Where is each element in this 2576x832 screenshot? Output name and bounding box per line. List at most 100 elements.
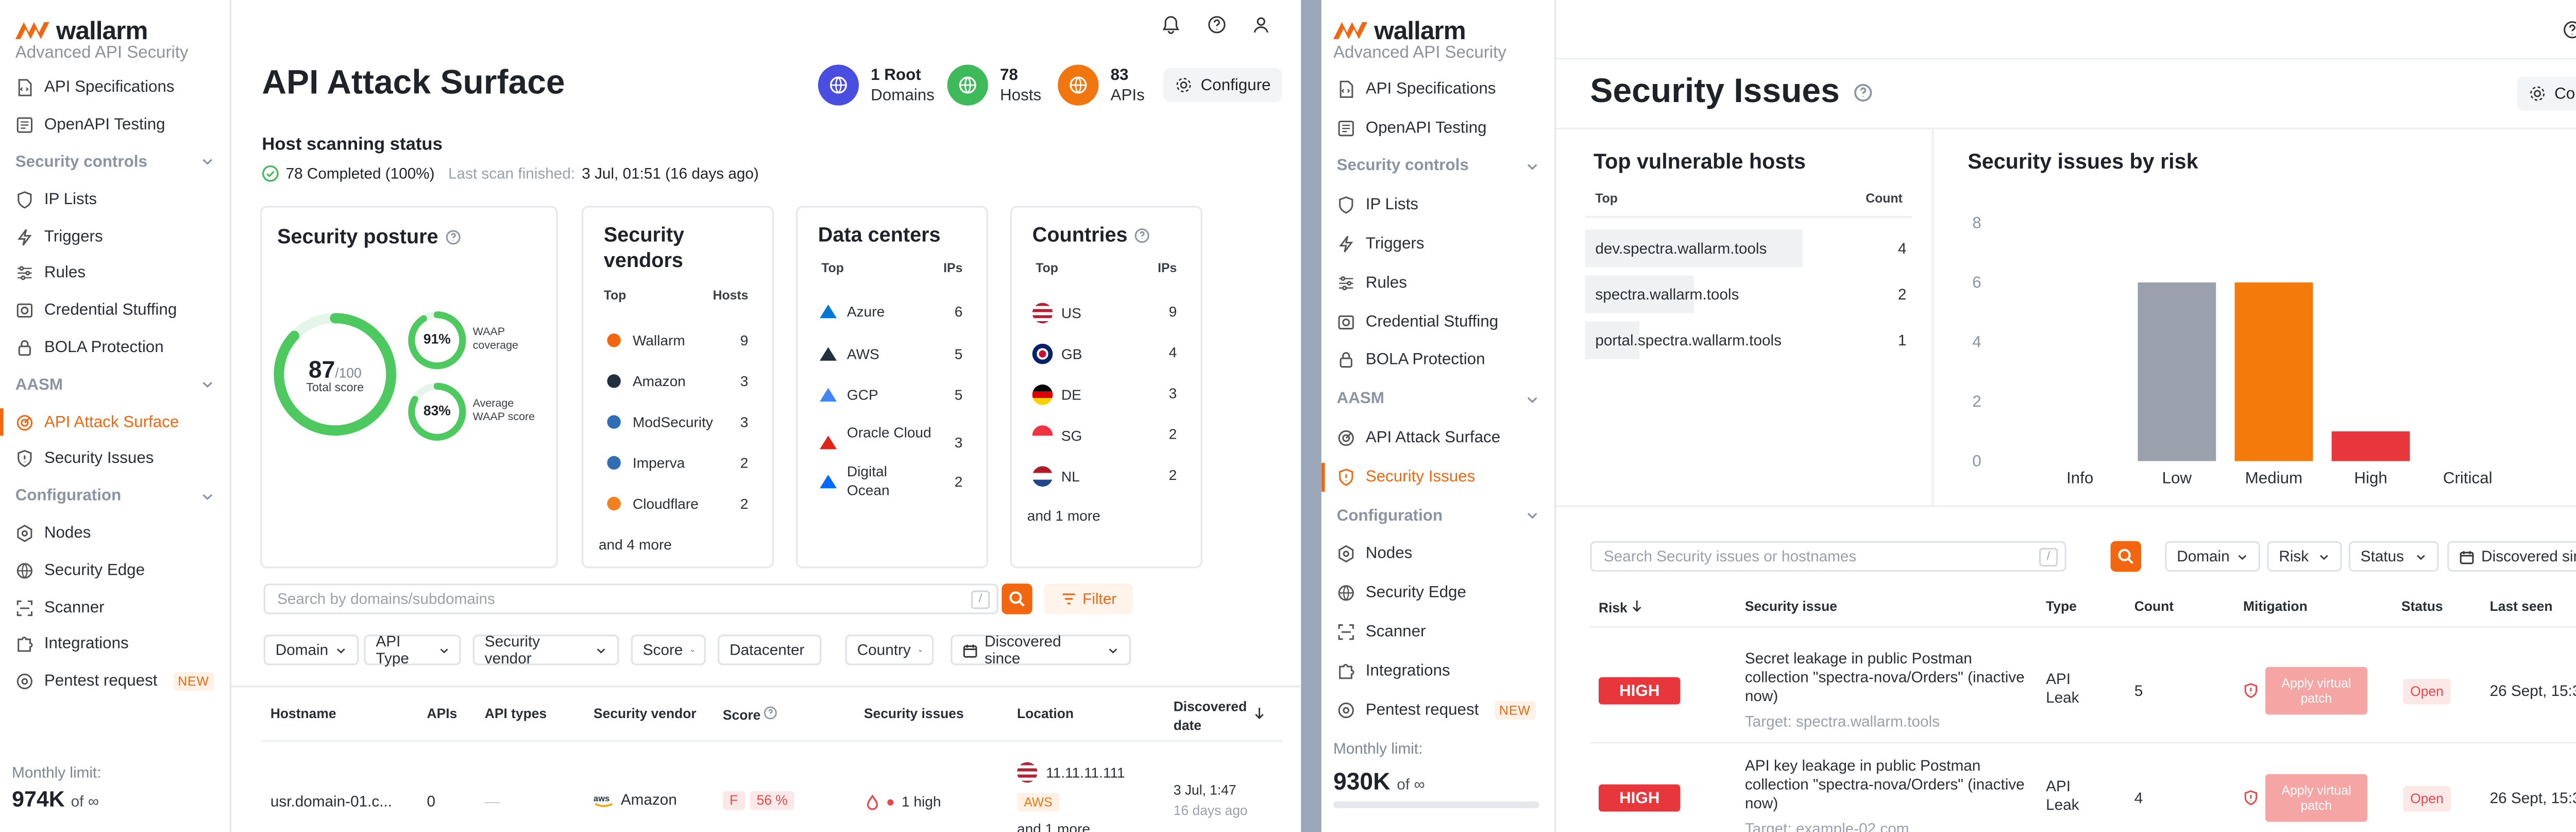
sidebar-item-credential-stuffing[interactable]: Credential Stuffing <box>0 292 230 329</box>
sidebar-item-integrations[interactable]: Integrations <box>1321 652 1554 690</box>
sidebar-item-pentest-request[interactable]: Pentest request NEW <box>1321 690 1554 729</box>
chevron-down-icon <box>202 382 213 389</box>
filter-chip-domain[interactable]: Domain <box>263 635 359 665</box>
domain-search-input[interactable]: Search by domains/subdomains / <box>263 584 998 614</box>
filter-chip-country[interactable]: Country <box>845 635 934 665</box>
row-hostname[interactable]: usr.domain-01.c... <box>270 793 392 810</box>
issue-title[interactable]: API key leakage in public Postman collec… <box>1745 757 2034 813</box>
vendor-logo-icon <box>607 415 621 429</box>
sidebar-item-nodes[interactable]: Nodes <box>1321 535 1554 574</box>
col-header-hostname[interactable]: Hostname <box>270 706 336 722</box>
user-profile-icon[interactable] <box>1248 12 1272 36</box>
chevron-down-icon <box>1109 647 1117 653</box>
col-header-apis[interactable]: APIs <box>427 706 457 722</box>
filter-chip-score[interactable]: Score <box>631 635 706 665</box>
datacenter-count: 5 <box>954 345 963 363</box>
filter-chip-discovered-since[interactable]: Discovered since <box>951 633 1131 667</box>
countries-more-link[interactable]: and 1 more <box>1027 507 1100 524</box>
chevron-down-icon <box>1527 164 1537 170</box>
help-icon[interactable] <box>2560 17 2576 41</box>
new-badge: NEW <box>1494 700 1536 719</box>
vendors-more-link[interactable]: and 4 more <box>599 536 672 553</box>
sidebar-item-triggers[interactable]: Triggers <box>1321 225 1554 263</box>
sidebar-item-scanner[interactable]: Scanner <box>1321 613 1554 652</box>
col-header-risk[interactable]: Risk <box>1599 599 1643 616</box>
sidebar-item-security-edge[interactable]: Security Edge <box>1321 574 1554 612</box>
search-button[interactable] <box>2110 541 2141 572</box>
col-header-location[interactable]: Location <box>1017 706 1074 722</box>
filter-chip-status[interactable]: Status <box>2348 541 2439 572</box>
col-header-discovered-date[interactable]: Discovered date <box>1174 697 1264 735</box>
filter-chip-datacenter[interactable]: Datacenter <box>718 635 822 665</box>
sidebar-item-rules[interactable]: Rules <box>1321 264 1554 303</box>
sidebar-item-label: Triggers <box>44 227 103 246</box>
filter-chip-discovered-since[interactable]: Discovered since <box>2447 541 2576 572</box>
configure-button[interactable]: Configure <box>1163 68 1283 103</box>
sidebar-item-api-attack-surface[interactable]: API Attack Surface <box>0 404 230 441</box>
help-icon[interactable] <box>1204 12 1228 36</box>
section-aasm[interactable]: AASM <box>1321 380 1554 419</box>
row-location-more[interactable]: and 1 more <box>1017 820 1090 832</box>
notifications-bell-icon[interactable] <box>1158 12 1182 36</box>
sidebar-item-openapi-testing[interactable]: OpenAPI Testing <box>1321 109 1554 147</box>
col-header-mitigation[interactable]: Mitigation <box>2243 599 2308 614</box>
filter-button[interactable]: Filter <box>1044 584 1133 614</box>
host-name[interactable]: portal.spectra.wallarm.tools <box>1595 332 1782 349</box>
sidebar: wallarm Advanced API Security API Specif… <box>1321 0 1556 832</box>
col-header-api-types[interactable]: API types <box>485 706 547 722</box>
sidebar-item-ip-lists[interactable]: IP Lists <box>0 181 230 218</box>
issue-title[interactable]: Secret leakage in public Postman collect… <box>1745 650 2034 706</box>
section-security-controls[interactable]: Security controls <box>1321 147 1554 186</box>
sidebar-item-api-specifications[interactable]: API Specifications <box>0 70 230 107</box>
section-configuration[interactable]: Configuration <box>1321 496 1554 535</box>
filter-chip-security-vendor[interactable]: Security vendor <box>472 633 619 667</box>
sidebar-item-triggers[interactable]: Triggers <box>0 218 230 255</box>
sidebar-item-api-specifications[interactable]: API Specifications <box>1321 70 1554 108</box>
top-hosts-title: Top vulnerable hosts <box>1594 149 1806 174</box>
apply-virtual-patch-button[interactable]: Apply virtual patch <box>2265 667 2367 715</box>
configure-button[interactable]: Configure <box>2517 76 2576 111</box>
sidebar-item-security-issues[interactable]: Security Issues <box>1321 458 1554 496</box>
sidebar-item-nodes[interactable]: Nodes <box>0 515 230 552</box>
gear-icon <box>1176 78 1191 93</box>
filter-chip-api-type[interactable]: API Type <box>364 633 461 667</box>
help-circle-icon[interactable] <box>1853 84 1872 102</box>
sidebar-item-bola-protection[interactable]: BOLA Protection <box>0 329 230 367</box>
filter-chip-risk[interactable]: Risk <box>2267 541 2342 572</box>
search-button[interactable] <box>1002 584 1032 614</box>
host-name[interactable]: spectra.wallarm.tools <box>1595 286 1739 303</box>
wallarm-logo[interactable]: wallarm <box>0 0 230 45</box>
sidebar-item-security-edge[interactable]: Security Edge <box>0 552 230 589</box>
info-icon[interactable] <box>445 229 461 244</box>
drop-icon <box>867 793 878 809</box>
section-aasm[interactable]: AASM <box>0 367 230 404</box>
section-security-controls[interactable]: Security controls <box>0 144 230 181</box>
col-header-security-issue[interactable]: Security issue <box>1745 599 1837 614</box>
wallarm-logo[interactable]: wallarm <box>1321 0 1554 45</box>
col-header-last-seen[interactable]: Last seen <box>2490 599 2553 614</box>
col-header-count[interactable]: Count <box>2134 599 2174 614</box>
host-name[interactable]: dev.spectra.wallarm.tools <box>1595 240 1767 257</box>
sidebar-item-bola-protection[interactable]: BOLA Protection <box>1321 341 1554 380</box>
col-header-type[interactable]: Type <box>2046 599 2077 614</box>
col-header-status[interactable]: Status <box>2401 599 2443 614</box>
sidebar-item-api-attack-surface[interactable]: API Attack Surface <box>1321 419 1554 458</box>
col-header-score[interactable]: Score <box>723 706 778 723</box>
info-icon[interactable] <box>1134 227 1150 243</box>
sidebar-item-ip-lists[interactable]: IP Lists <box>1321 186 1554 225</box>
sidebar-item-pentest-request[interactable]: Pentest request NEW <box>0 663 230 700</box>
sidebar-item-rules[interactable]: Rules <box>0 255 230 292</box>
sidebar-item-openapi-testing[interactable]: OpenAPI Testing <box>0 107 230 144</box>
sidebar-item-label: Integrations <box>1365 661 1450 680</box>
sidebar-item-credential-stuffing[interactable]: Credential Stuffing <box>1321 303 1554 341</box>
col-header-security-vendor[interactable]: Security vendor <box>594 706 697 722</box>
apply-virtual-patch-button[interactable]: Apply virtual patch <box>2265 774 2367 822</box>
sidebar-item-integrations[interactable]: Integrations <box>0 626 230 663</box>
col-header-security-issues[interactable]: Security issues <box>864 706 964 722</box>
issues-search-input[interactable]: Search Security issues or hostnames / <box>1590 541 2066 572</box>
filter-chip-domain[interactable]: Domain <box>2165 541 2261 572</box>
section-configuration[interactable]: Configuration <box>0 478 230 515</box>
sidebar-item-scanner[interactable]: Scanner <box>0 589 230 626</box>
row-issues[interactable]: ● 1 high <box>866 793 941 810</box>
sidebar-item-security-issues[interactable]: Security Issues <box>0 441 230 478</box>
